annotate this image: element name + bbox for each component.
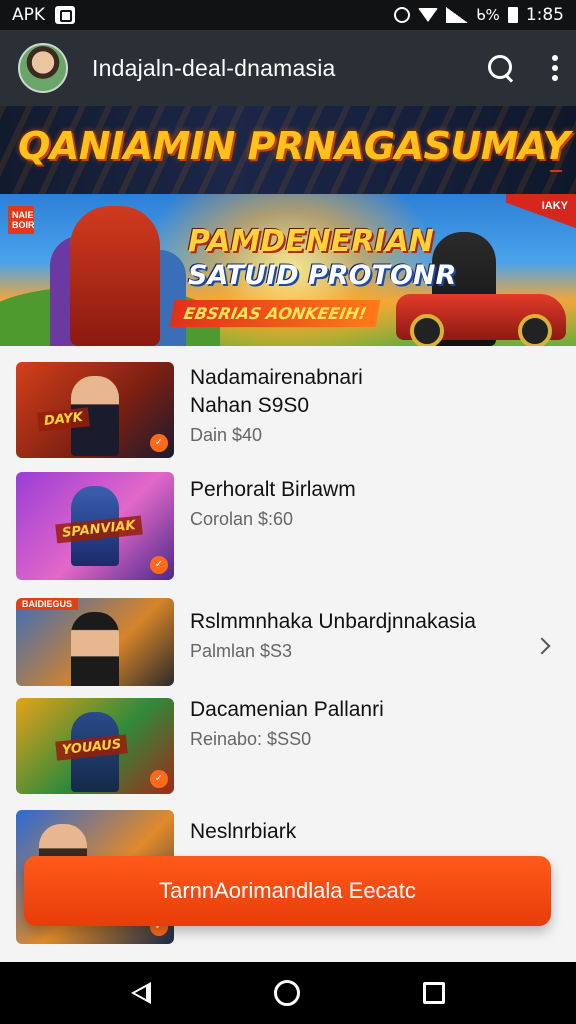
home-icon[interactable] xyxy=(273,980,300,1006)
clock: 1:85 xyxy=(525,5,564,25)
list-item-thumbnail: DAYK ✓ xyxy=(16,362,174,458)
list-item-title: Dacamenian Pallanri xyxy=(190,698,384,721)
avatar[interactable] xyxy=(18,43,68,93)
hero-warrior-figure xyxy=(70,206,160,346)
list-item-title: Perhoralt Birlawm xyxy=(190,478,356,501)
thumbnail-character xyxy=(71,612,119,686)
list-item-thumbnail: BAIDIEGUS xyxy=(16,598,174,686)
list-item-price: Reinabo: $SS0 xyxy=(190,729,312,749)
list-item-title-line2: Nahan S9S0 xyxy=(190,394,310,417)
recents-icon[interactable] xyxy=(422,982,445,1004)
list-item-thumbnail: SPANVIAK ✓ xyxy=(16,472,174,580)
cta-button[interactable]: TarnnAorimandlala Eecatc xyxy=(24,856,551,926)
carrier-label: APK xyxy=(12,5,46,25)
hero-subheadline: SATUID PROTONR xyxy=(188,260,457,291)
notification-icon xyxy=(55,6,76,24)
promo-badge xyxy=(549,170,563,172)
list-item-thumbnail: YOUAUS ✓ xyxy=(16,698,174,794)
navigation-bar xyxy=(0,962,576,1024)
list-item-price: Dain $40 xyxy=(190,425,263,445)
list-item-price: Corolan $:60 xyxy=(190,509,294,529)
search-icon[interactable] xyxy=(488,55,514,81)
hero-banner[interactable]: NAIE BOIR IAKY PAMDENERIAN SATUID PROTON… xyxy=(0,194,576,346)
chevron-right-icon[interactable] xyxy=(533,637,551,655)
badge-icon: ✓ xyxy=(150,556,168,574)
app-bar: Indajaln-deal-dnamasia xyxy=(0,30,576,106)
screen: APK ᑲ% 1:85 Indajaln-deal-dnamasia QANIA… xyxy=(0,0,576,1024)
app-title: Indajaln-deal-dnamasia xyxy=(92,54,336,81)
alarm-icon xyxy=(394,7,411,23)
wifi-icon xyxy=(418,8,439,22)
thumbnail-label: BAIDIEGUS xyxy=(16,598,79,610)
hero-headline: PAMDENERIAN xyxy=(188,224,434,259)
badge-icon: ✓ xyxy=(150,770,168,788)
promo-title: QANIAMIN PRNAGASUMAY xyxy=(18,124,570,168)
list-item-title: Neslnrbiark xyxy=(190,820,297,843)
list-item-price: Palmlan $S3 xyxy=(190,641,293,661)
list-item-title: Nadamairenabnari xyxy=(190,366,363,389)
hero-tag-left: NAIE BOIR xyxy=(8,206,35,234)
list-item-title: Rslmmnhaka Unbardjnnakasia xyxy=(190,610,476,633)
badge-icon: ✓ xyxy=(150,434,168,452)
more-options-icon[interactable] xyxy=(552,55,558,81)
status-bar: APK ᑲ% 1:85 xyxy=(0,0,576,30)
hero-car xyxy=(396,294,566,346)
promo-banner[interactable]: QANIAMIN PRNAGASUMAY xyxy=(0,106,576,194)
signal-icon xyxy=(446,7,469,23)
battery-icon xyxy=(507,7,518,23)
hero-tag-right: IAKY xyxy=(506,194,576,230)
hero-ribbon: EBSRIAS AONKEEIH! xyxy=(169,300,381,327)
battery-percent: ᑲ% xyxy=(476,6,500,24)
back-icon[interactable] xyxy=(131,982,152,1004)
